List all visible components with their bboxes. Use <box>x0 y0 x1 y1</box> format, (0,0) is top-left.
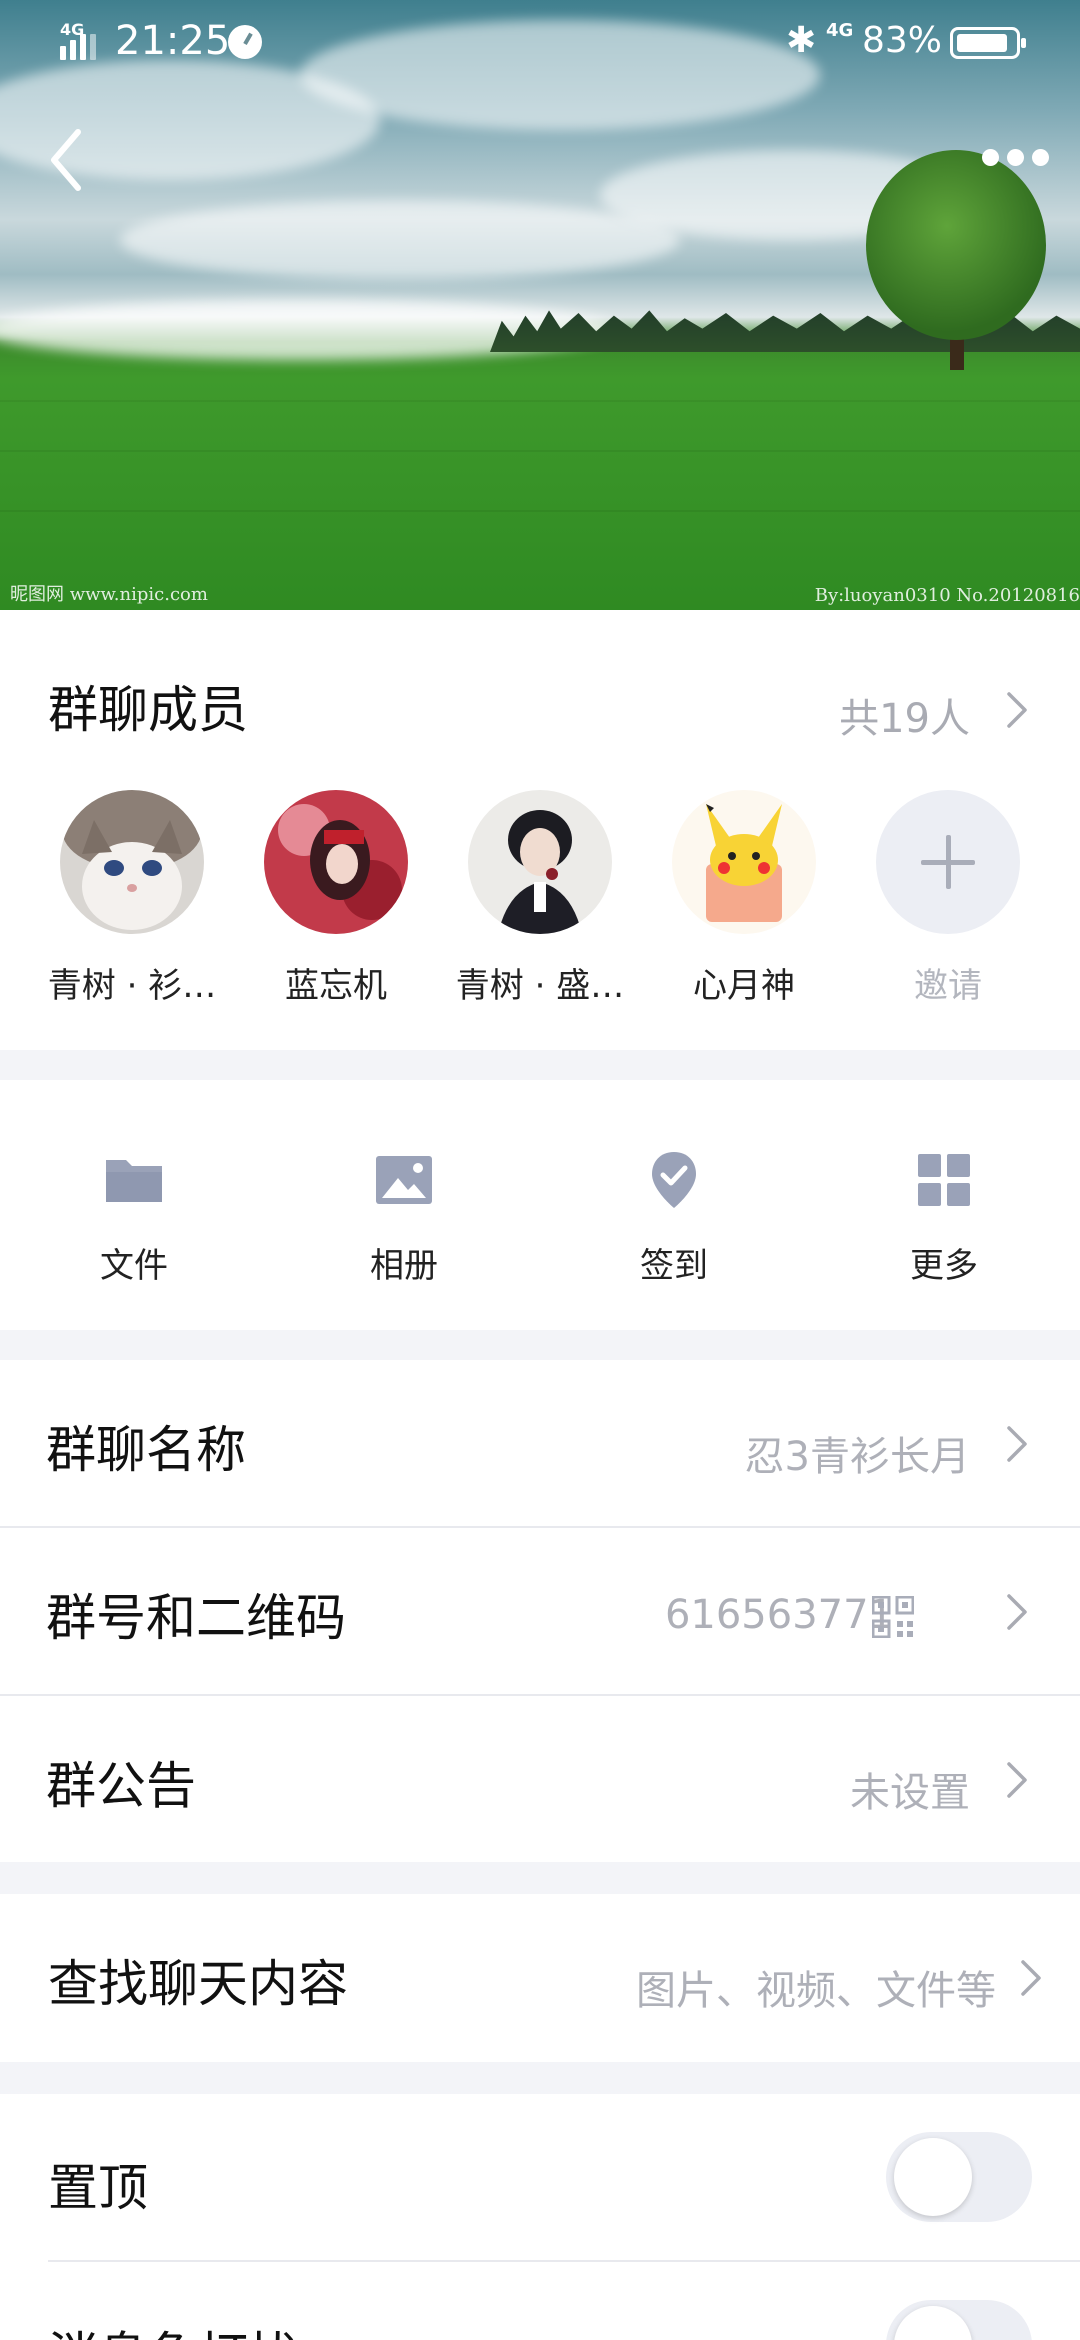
status-bar: 4G 21:25 ✱ 4G 83% <box>0 0 1080 84</box>
do-not-disturb-row: 消息免打扰 <box>0 2262 1080 2340</box>
plus-icon <box>876 790 1020 934</box>
pin-row: 置顶 <box>0 2094 1080 2262</box>
members-title: 群聊成员 <box>48 681 248 739</box>
chevron-right-icon <box>1007 1762 1027 1798</box>
tool-label: 相册 <box>370 1246 438 1286</box>
do-not-disturb-toggle[interactable] <box>886 2300 1032 2340</box>
member-name: 青树 · 盛… <box>455 966 625 1006</box>
tool-label: 签到 <box>640 1246 708 1286</box>
checkin-icon <box>652 1152 696 1208</box>
announcement-row[interactable]: 群公告 未设置 <box>0 1696 1080 1864</box>
watermark-left: 昵图网 www.nipic.com <box>10 584 208 605</box>
dot-icon <box>982 149 999 166</box>
announcement-label: 群公告 <box>46 1757 196 1815</box>
bluetooth-icon: ✱ <box>786 20 817 61</box>
clock-time: 21:25 <box>115 18 231 64</box>
network-type-right: 4G <box>826 20 854 41</box>
grid-icon <box>918 1154 970 1206</box>
avatar <box>468 790 612 934</box>
member-name: 心月神 <box>693 966 795 1006</box>
group-number-label: 群号和二维码 <box>46 1589 346 1647</box>
group-name-row[interactable]: 群聊名称 忍3青衫长月 <box>0 1360 1080 1528</box>
do-not-disturb-label: 消息免打扰 <box>48 2316 298 2340</box>
group-cover-image: 昵图网 www.nipic.com By:luoyan0310 No.20120… <box>0 0 1080 610</box>
pin-label: 置顶 <box>48 2159 148 2217</box>
group-number-value: 616563771 <box>664 1592 894 1638</box>
qr-code-icon <box>872 1596 914 1638</box>
signal-icon <box>58 24 102 60</box>
member-name: 蓝忘机 <box>285 966 387 1006</box>
toggle-knob <box>894 2306 972 2340</box>
tool-label: 更多 <box>910 1246 978 1286</box>
chat-toggles-section: 置顶 消息免打扰 <box>0 2094 1080 2340</box>
dot-icon <box>1032 149 1049 166</box>
chevron-left-icon <box>51 129 81 191</box>
dot-icon <box>1007 149 1024 166</box>
members-section: 群聊成员 共19人 青树 · 衫… 蓝忘机 青树 · 盛… 心月神 邀请 <box>0 610 1080 1050</box>
watermark-right: By:luoyan0310 No.20120816 <box>814 585 1080 606</box>
invite-label: 邀请 <box>914 966 982 1006</box>
folder-icon <box>106 1160 162 1202</box>
group-info-section: 群聊名称 忍3青衫长月 群号和二维码 616563771 群公告 未设置 <box>0 1360 1080 1862</box>
announcement-value: 未设置 <box>850 1770 970 1816</box>
member-count[interactable]: 共19人 <box>839 686 970 744</box>
image-icon <box>376 1156 432 1204</box>
more-options-button[interactable] <box>980 140 1052 176</box>
search-chat-label: 查找聊天内容 <box>48 1955 348 2013</box>
avatar <box>264 790 408 934</box>
group-name-label: 群聊名称 <box>46 1421 246 1479</box>
chevron-right-icon <box>1007 1426 1027 1462</box>
back-button[interactable] <box>40 120 100 200</box>
group-tools-section: 文件 相册 签到 更多 <box>0 1080 1080 1330</box>
search-chat-hint: 图片、视频、文件等 <box>636 1968 996 2014</box>
group-name-value: 忍3青衫长月 <box>744 1434 970 1480</box>
chevron-right-icon <box>1021 1960 1041 1996</box>
search-chat-section: 查找聊天内容 图片、视频、文件等 <box>0 1894 1080 2062</box>
pin-toggle[interactable] <box>886 2132 1032 2222</box>
chevron-right-icon <box>1007 1594 1027 1630</box>
member-name: 青树 · 衫… <box>47 966 217 1006</box>
group-chat-settings-page: 昵图网 www.nipic.com By:luoyan0310 No.20120… <box>0 0 1080 2340</box>
tool-label: 文件 <box>100 1246 168 1286</box>
avatar <box>672 790 816 934</box>
group-number-row[interactable]: 群号和二维码 616563771 <box>0 1528 1080 1696</box>
chevron-right-icon[interactable] <box>1006 690 1028 730</box>
tree-crown <box>866 150 1046 340</box>
battery-icon <box>950 27 1026 59</box>
toggle-knob <box>894 2138 972 2216</box>
battery-percent: 83% <box>862 20 943 61</box>
search-chat-row[interactable]: 查找聊天内容 图片、视频、文件等 <box>0 1894 1080 2062</box>
avatar <box>60 790 204 934</box>
clock-icon <box>228 25 262 59</box>
